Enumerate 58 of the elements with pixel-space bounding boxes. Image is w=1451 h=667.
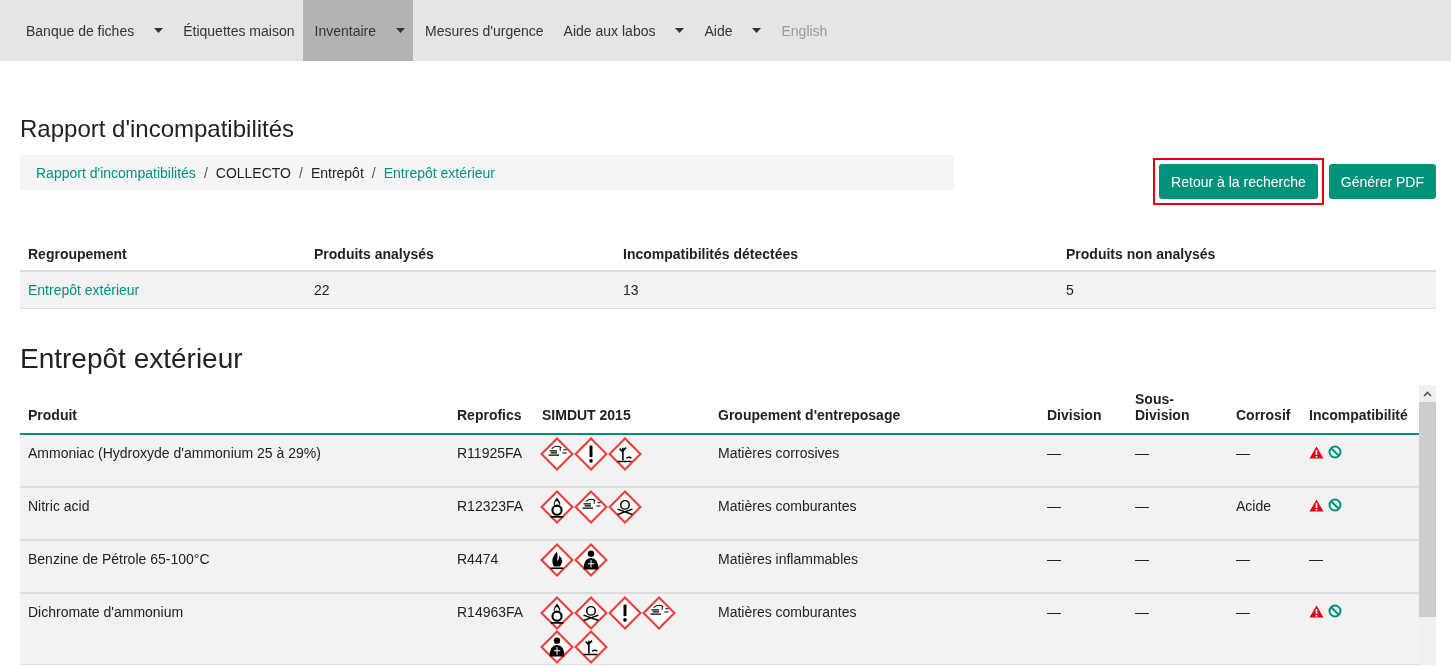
table-cell: — (1127, 593, 1228, 665)
scrollbar[interactable] (1419, 385, 1436, 665)
table-cell: — (1309, 551, 1323, 567)
table-cell: — (1039, 540, 1127, 593)
table-cell: — (1228, 540, 1301, 593)
table-cell: — (1039, 593, 1127, 665)
table-cell: R11925FA (449, 434, 534, 487)
prohibited-icon[interactable] (1328, 604, 1342, 618)
table-link[interactable]: Entrepôt extérieur (20, 271, 306, 309)
nav-menu-item[interactable]: Aide (692, 0, 770, 61)
button[interactable]: Retour à la recherche (1159, 164, 1318, 199)
table-cell: 13 (615, 271, 1058, 309)
page-title: Rapport d'incompatibilités (20, 115, 296, 143)
breadcrumb-separator: / (371, 164, 376, 181)
breadcrumb-item: COLLECTO (215, 164, 291, 181)
table-cell: Matières comburantes (710, 487, 1039, 540)
nav-menu-item[interactable]: Mesures d'urgence (413, 0, 552, 61)
nav-menu-item[interactable]: Inventaire (302, 0, 413, 61)
warning-icon[interactable] (1309, 604, 1324, 618)
table-cell: R14963FA (449, 593, 534, 665)
breadcrumb-link[interactable]: Rapport d'incompatibilités (36, 164, 196, 181)
breadcrumb-separator: / (299, 164, 303, 181)
table-cell: R4474 (449, 540, 534, 593)
breadcrumb-item: Entrepôt (310, 164, 364, 181)
table-cell: Nitric acid (20, 487, 449, 540)
table-cell: — (1039, 487, 1127, 540)
table-cell: — (1039, 434, 1127, 487)
caret-icon[interactable] (752, 28, 762, 33)
table-cell: Acide (1228, 487, 1301, 540)
table-cell: — (1127, 434, 1228, 487)
caret-icon[interactable] (675, 28, 685, 33)
section-title: Entrepôt extérieur (20, 343, 244, 375)
table-cell: 22 (306, 271, 615, 309)
table-cell: Matières comburantes (710, 593, 1039, 665)
table-cell: Dichromate d'ammonium (20, 593, 449, 665)
table-cell: — (1127, 487, 1228, 540)
breadcrumb-link[interactable]: Entrepôt extérieur (383, 164, 495, 181)
table-cell: 5 (1058, 271, 1436, 309)
table-cell: — (1127, 540, 1228, 593)
table-cell: Ammoniac (Hydroxyde d'ammonium 25 à 29%) (20, 434, 449, 487)
prohibited-icon[interactable] (1328, 445, 1342, 459)
breadcrumb-separator: / (203, 164, 208, 181)
button[interactable]: Générer PDF (1328, 164, 1436, 199)
warning-icon[interactable] (1309, 498, 1324, 512)
table-cell: Benzine de Pétrole 65-100°C (20, 540, 449, 593)
table-cell: Matières corrosives (710, 434, 1039, 487)
caret-icon[interactable] (154, 28, 164, 33)
warning-icon[interactable] (1309, 445, 1324, 459)
nav-menu-item[interactable]: Étiquettes maison (171, 0, 303, 61)
table-cell: — (1228, 593, 1301, 665)
nav-menu-item[interactable]: Banque de fiches (14, 0, 172, 61)
table-cell: — (1228, 434, 1301, 487)
table-cell: Matières inflammables (710, 540, 1039, 593)
caret-icon[interactable] (396, 28, 405, 33)
nav-menu-item[interactable]: Aide aux labos (551, 0, 693, 61)
scrollbar-thumb[interactable] (1419, 402, 1436, 617)
prohibited-icon[interactable] (1328, 498, 1342, 512)
table-cell: R12323FA (449, 487, 534, 540)
